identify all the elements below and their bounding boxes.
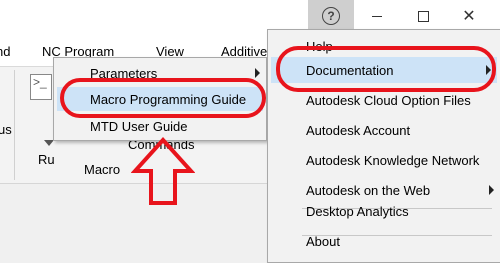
up-arrow-annotation xyxy=(131,137,195,205)
run-label-partial[interactable]: Ru xyxy=(38,152,55,167)
close-button[interactable]: ✕ xyxy=(446,0,492,32)
menu-item-about[interactable]: About xyxy=(268,228,500,254)
help-icon: ? xyxy=(322,7,340,25)
menu-item-label: Desktop Analytics xyxy=(306,203,409,219)
minimize-icon xyxy=(372,15,382,17)
menu-item-autodesk-account[interactable]: Autodesk Account xyxy=(268,117,500,143)
maximize-icon xyxy=(417,10,429,22)
minimize-button[interactable] xyxy=(354,0,400,32)
menu-item-label: About xyxy=(306,233,340,249)
annotation-oval-macro-guide xyxy=(60,78,266,118)
help-glyph: ? xyxy=(327,9,335,23)
command-window-icon[interactable]: >_ xyxy=(30,74,52,100)
maximize-button[interactable] xyxy=(400,0,446,32)
tab-partial[interactable]: nd xyxy=(0,44,10,59)
ribbon-separator xyxy=(14,70,15,180)
menu-item-knowledge-network[interactable]: Autodesk Knowledge Network xyxy=(268,147,500,173)
menu-item-label: Autodesk Knowledge Network xyxy=(306,152,480,168)
menu-item-desktop-analytics[interactable]: Desktop Analytics xyxy=(268,198,500,224)
menu-item-label: Autodesk Account xyxy=(306,122,411,138)
menu-item-label: Autodesk on the Web xyxy=(306,182,431,198)
close-icon: ✕ xyxy=(462,8,476,25)
annotation-oval-documentation xyxy=(276,46,496,92)
partial-ribbon-label: us xyxy=(0,122,12,137)
help-button[interactable]: ? xyxy=(308,0,354,32)
submenu-arrow-icon xyxy=(255,68,260,78)
macro-group-label: Macro xyxy=(84,162,121,177)
menu-item-label: Autodesk Cloud Option Files xyxy=(306,92,471,108)
submenu-arrow-icon xyxy=(489,185,494,195)
menu-item-label: MTD User Guide xyxy=(90,118,188,134)
